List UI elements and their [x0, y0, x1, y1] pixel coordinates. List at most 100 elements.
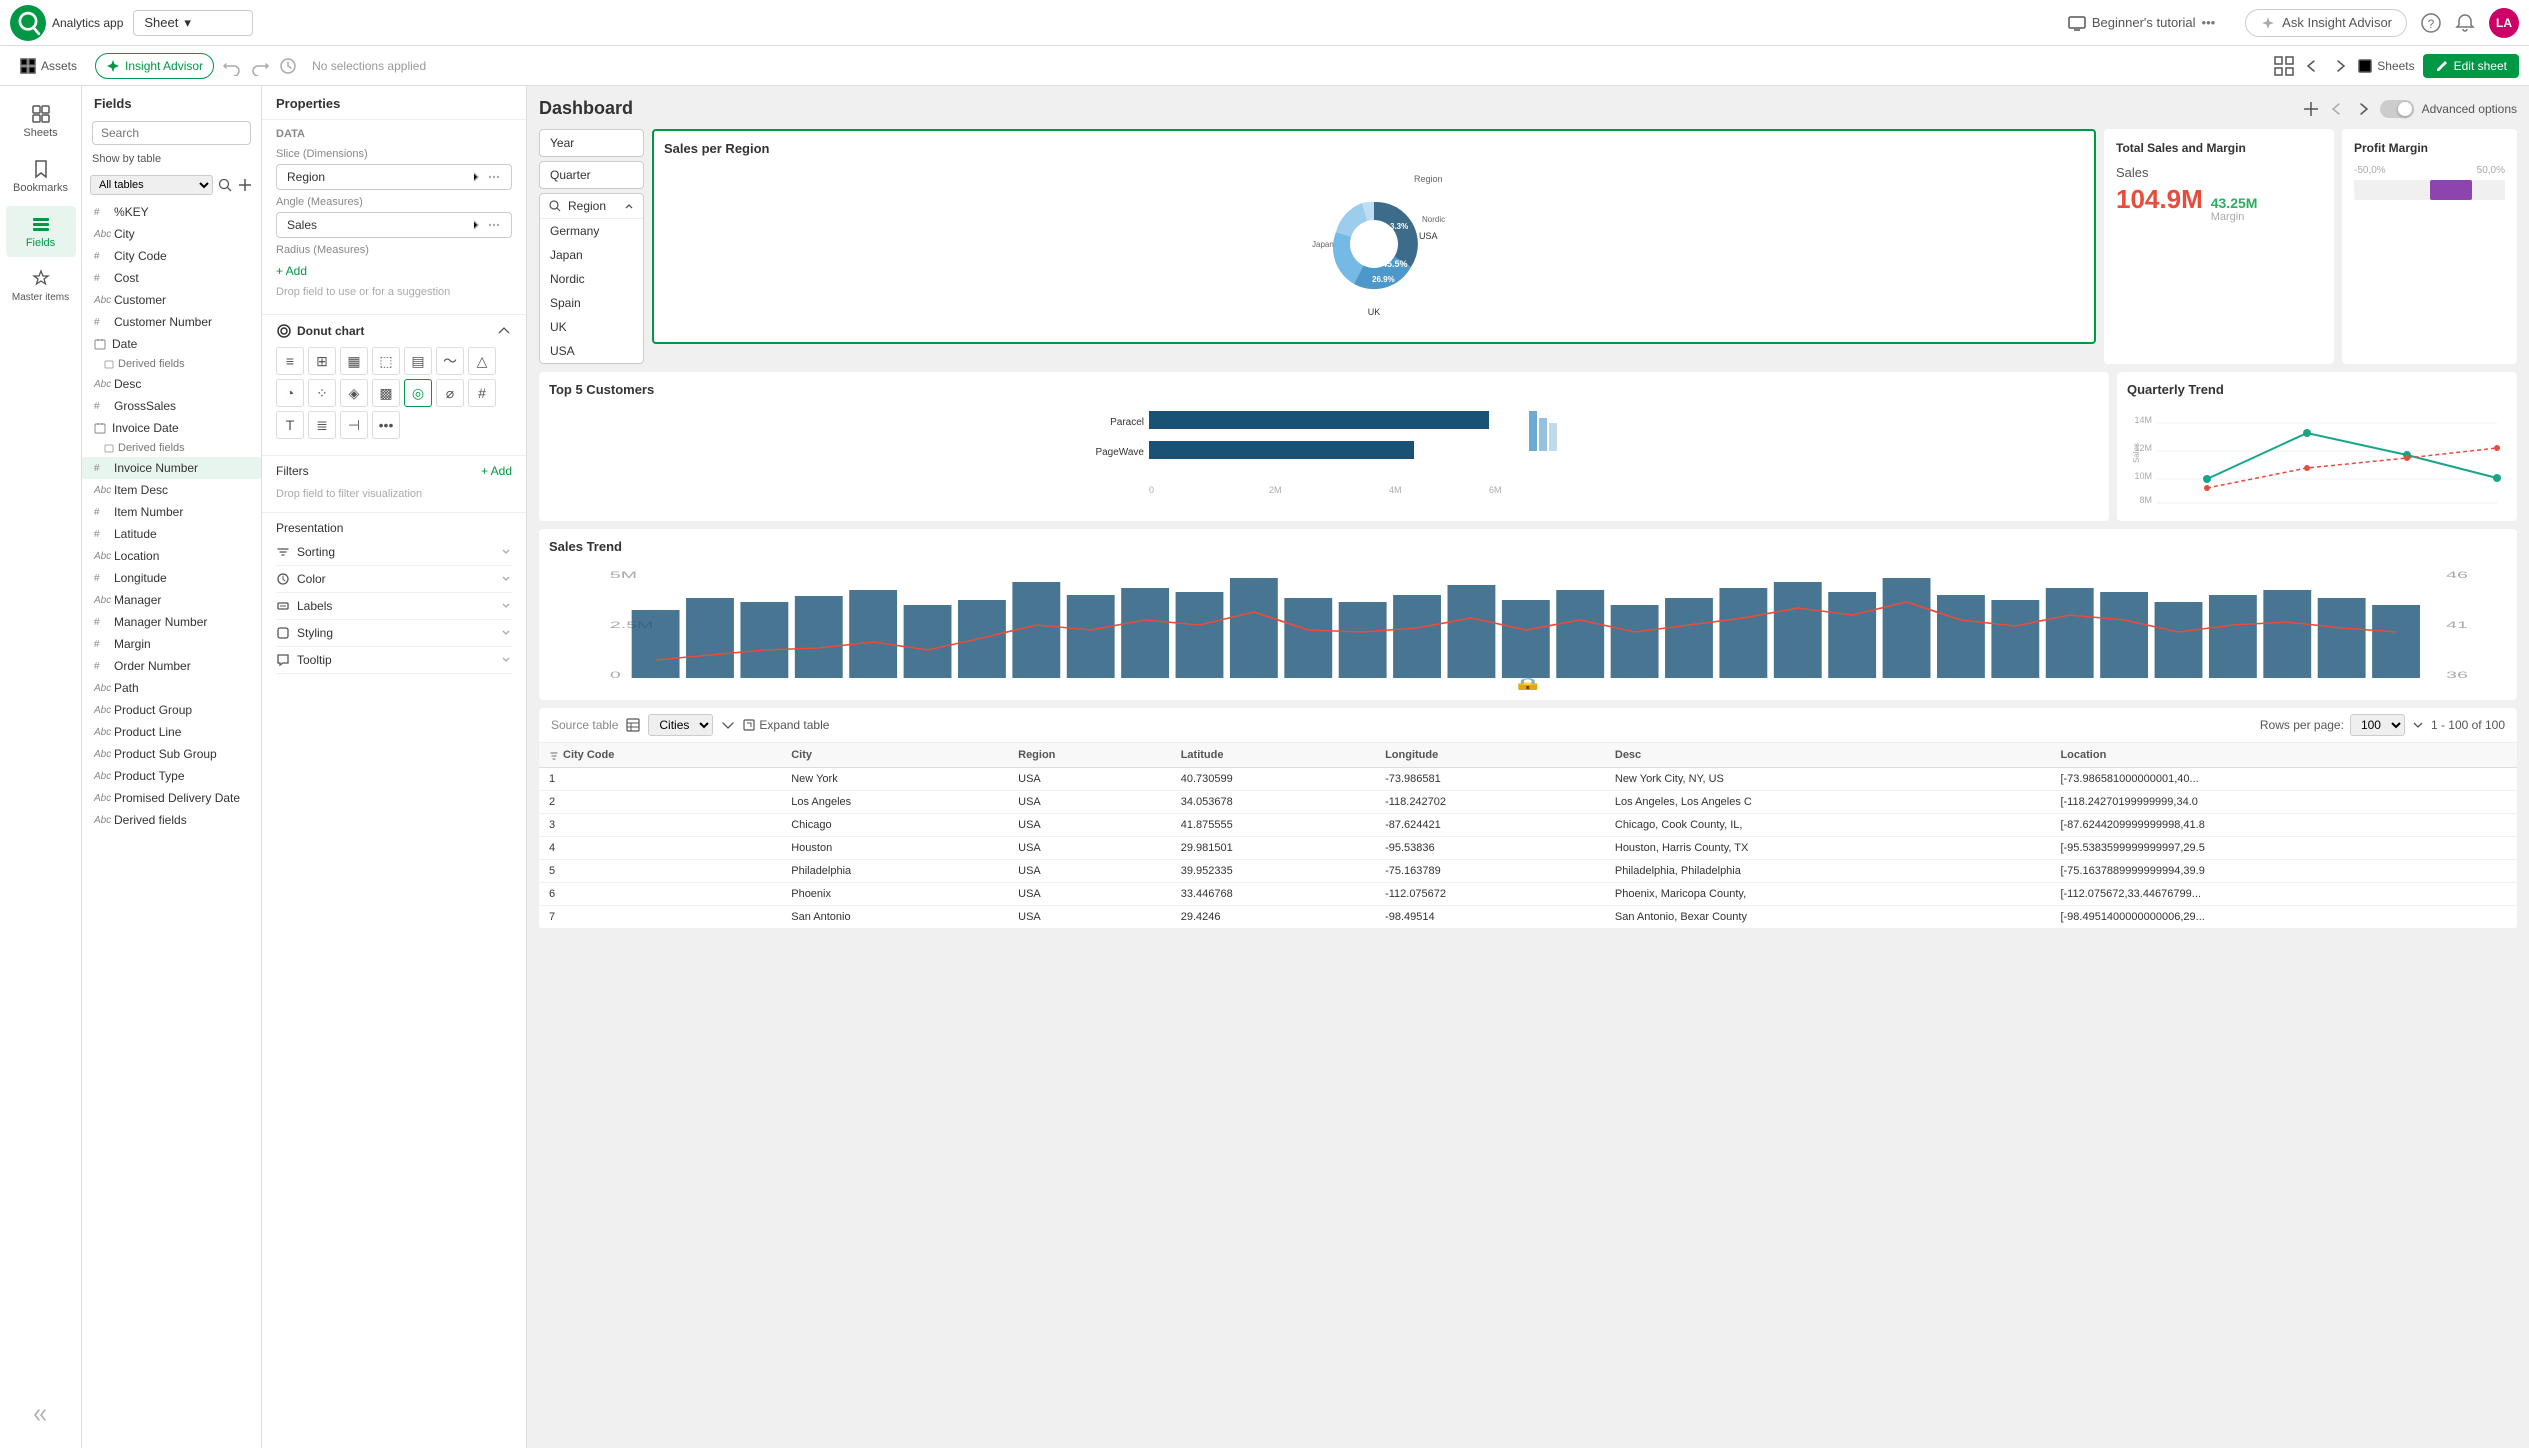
edit-sheet-button[interactable]: Edit sheet: [2423, 54, 2519, 78]
field-item-date[interactable]: Date: [82, 333, 261, 355]
field-item-order-number[interactable]: #Order Number: [82, 655, 261, 677]
viz-bar-icon[interactable]: ≡: [276, 347, 304, 375]
assets-button[interactable]: Assets: [10, 53, 87, 79]
search-fields-icon[interactable]: [217, 177, 233, 193]
viz-gauge-icon[interactable]: ⌀: [436, 379, 464, 407]
field-item-manager-number[interactable]: #Manager Number: [82, 611, 261, 633]
field-item-manager[interactable]: AbcManager: [82, 589, 261, 611]
region-japan[interactable]: Japan: [540, 243, 643, 267]
field-item-item-desc[interactable]: AbcItem Desc: [82, 479, 261, 501]
labels-item[interactable]: Labels: [276, 593, 512, 620]
add-radius-button[interactable]: + Add: [276, 260, 512, 282]
field-item-derived-fields[interactable]: AbcDerived fields: [82, 809, 261, 831]
sheets-button[interactable]: Sheets: [2358, 59, 2414, 73]
field-item-cost[interactable]: #Cost: [82, 267, 261, 289]
more-options-icon[interactable]: •••: [2202, 15, 2216, 30]
field-item-customer-number[interactable]: #Customer Number: [82, 311, 261, 333]
grid-view-icon[interactable]: [2274, 56, 2294, 76]
advanced-options-toggle[interactable]: Advanced options: [2380, 100, 2517, 118]
slice-field-box[interactable]: Region: [276, 164, 512, 190]
collapse-viz-icon[interactable]: [496, 323, 512, 339]
tooltip-item[interactable]: Tooltip: [276, 647, 512, 674]
field-item-product-sub-group[interactable]: AbcProduct Sub Group: [82, 743, 261, 765]
styling-item[interactable]: Styling: [276, 620, 512, 647]
field-item-city[interactable]: AbcCity: [82, 223, 261, 245]
viz-bar2-icon[interactable]: ▦: [340, 347, 368, 375]
field-item-product-line[interactable]: AbcProduct Line: [82, 721, 261, 743]
viz-stacked-icon[interactable]: ▤: [404, 347, 432, 375]
viz-text-icon[interactable]: T: [276, 411, 304, 439]
field-item-customer[interactable]: AbcCustomer: [82, 289, 261, 311]
viz-donut-icon[interactable]: ◎: [404, 379, 432, 407]
insight-advisor-button[interactable]: Insight Advisor: [95, 53, 214, 79]
expand-table-icon[interactable]: [721, 718, 735, 732]
quarter-filter[interactable]: Quarter: [539, 161, 644, 189]
help-icon[interactable]: ?: [2421, 13, 2441, 33]
region-usa[interactable]: USA: [540, 339, 643, 363]
viz-map-icon[interactable]: ◈: [340, 379, 368, 407]
viz-table-icon[interactable]: ⊞: [308, 347, 336, 375]
field-item-invoice-date[interactable]: Invoice Date: [82, 417, 261, 439]
source-table-select[interactable]: Cities: [648, 714, 713, 736]
region-germany[interactable]: Germany: [540, 219, 643, 243]
fields-search-input[interactable]: [92, 121, 251, 145]
region-spain[interactable]: Spain: [540, 291, 643, 315]
derived-fields-date[interactable]: Derived fields: [82, 355, 261, 373]
expand-table-button[interactable]: Expand table: [743, 718, 829, 732]
field-item-product-type[interactable]: AbcProduct Type: [82, 765, 261, 787]
angle-field-box[interactable]: Sales: [276, 212, 512, 238]
sidebar-item-sheets[interactable]: Sheets: [6, 96, 76, 147]
viz-waterfall-icon[interactable]: ⬚: [372, 347, 400, 375]
viz-bullet-icon[interactable]: ⊣: [340, 411, 368, 439]
rows-per-page-select[interactable]: 100: [2350, 714, 2405, 736]
field-item-grosssales[interactable]: #GrossSales: [82, 395, 261, 417]
field-item-desc[interactable]: AbcDesc: [82, 373, 261, 395]
qlik-logo[interactable]: Analytics app: [10, 5, 123, 41]
field-item-item-number[interactable]: #Item Number: [82, 501, 261, 523]
collapse-icon[interactable]: [31, 1405, 51, 1425]
add-sheet-icon[interactable]: [2302, 100, 2320, 118]
field-item-location[interactable]: AbcLocation: [82, 545, 261, 567]
forward-icon[interactable]: [2330, 56, 2350, 76]
sheet-selector[interactable]: Sheet ▾: [133, 10, 253, 36]
color-item[interactable]: Color: [276, 566, 512, 593]
year-filter[interactable]: Year: [539, 129, 644, 157]
region-nordic[interactable]: Nordic: [540, 267, 643, 291]
region-uk[interactable]: UK: [540, 315, 643, 339]
region-filter-header[interactable]: Region: [540, 194, 643, 219]
field-item-invoice-number[interactable]: #Invoice Number: [82, 457, 261, 479]
field-item-%key[interactable]: #%KEY: [82, 201, 261, 223]
redo-icon[interactable]: [250, 56, 270, 76]
table-filter-select[interactable]: All tables: [90, 175, 213, 195]
viz-scatter-icon[interactable]: ⁘: [308, 379, 336, 407]
viz-pie-icon[interactable]: ◔: [276, 379, 304, 407]
derived-fields-invoice-date[interactable]: Derived fields: [82, 439, 261, 457]
viz-more-icon[interactable]: •••: [372, 411, 400, 439]
sidebar-item-bookmarks[interactable]: Bookmarks: [6, 151, 76, 202]
back-icon[interactable]: [2302, 56, 2322, 76]
field-item-margin[interactable]: #Margin: [82, 633, 261, 655]
user-avatar[interactable]: LA: [2489, 8, 2519, 38]
field-item-product-group[interactable]: AbcProduct Group: [82, 699, 261, 721]
reset-icon[interactable]: [278, 56, 298, 76]
ask-insight-button[interactable]: Ask Insight Advisor: [2245, 9, 2407, 37]
field-item-city-code[interactable]: #City Code: [82, 245, 261, 267]
sorting-item[interactable]: Sorting: [276, 539, 512, 566]
add-field-icon[interactable]: [237, 177, 253, 193]
sidebar-item-master-items[interactable]: Master items: [6, 261, 76, 311]
undo-icon[interactable]: [222, 56, 242, 76]
add-filter-button[interactable]: + Add: [481, 464, 512, 478]
viz-line-icon[interactable]: 〜: [436, 347, 464, 375]
sidebar-item-fields[interactable]: Fields: [6, 206, 76, 257]
next-page-icon[interactable]: [2354, 100, 2372, 118]
prev-page-icon[interactable]: [2328, 100, 2346, 118]
viz-filter-icon[interactable]: ≣: [308, 411, 336, 439]
bell-icon[interactable]: [2455, 13, 2475, 33]
field-item-longitude[interactable]: #Longitude: [82, 567, 261, 589]
viz-kpi-icon[interactable]: #: [468, 379, 496, 407]
field-item-latitude[interactable]: #Latitude: [82, 523, 261, 545]
viz-treemap-icon[interactable]: ▩: [372, 379, 400, 407]
viz-area-icon[interactable]: △: [468, 347, 496, 375]
field-item-promised-delivery-date[interactable]: AbcPromised Delivery Date: [82, 787, 261, 809]
field-item-path[interactable]: AbcPath: [82, 677, 261, 699]
